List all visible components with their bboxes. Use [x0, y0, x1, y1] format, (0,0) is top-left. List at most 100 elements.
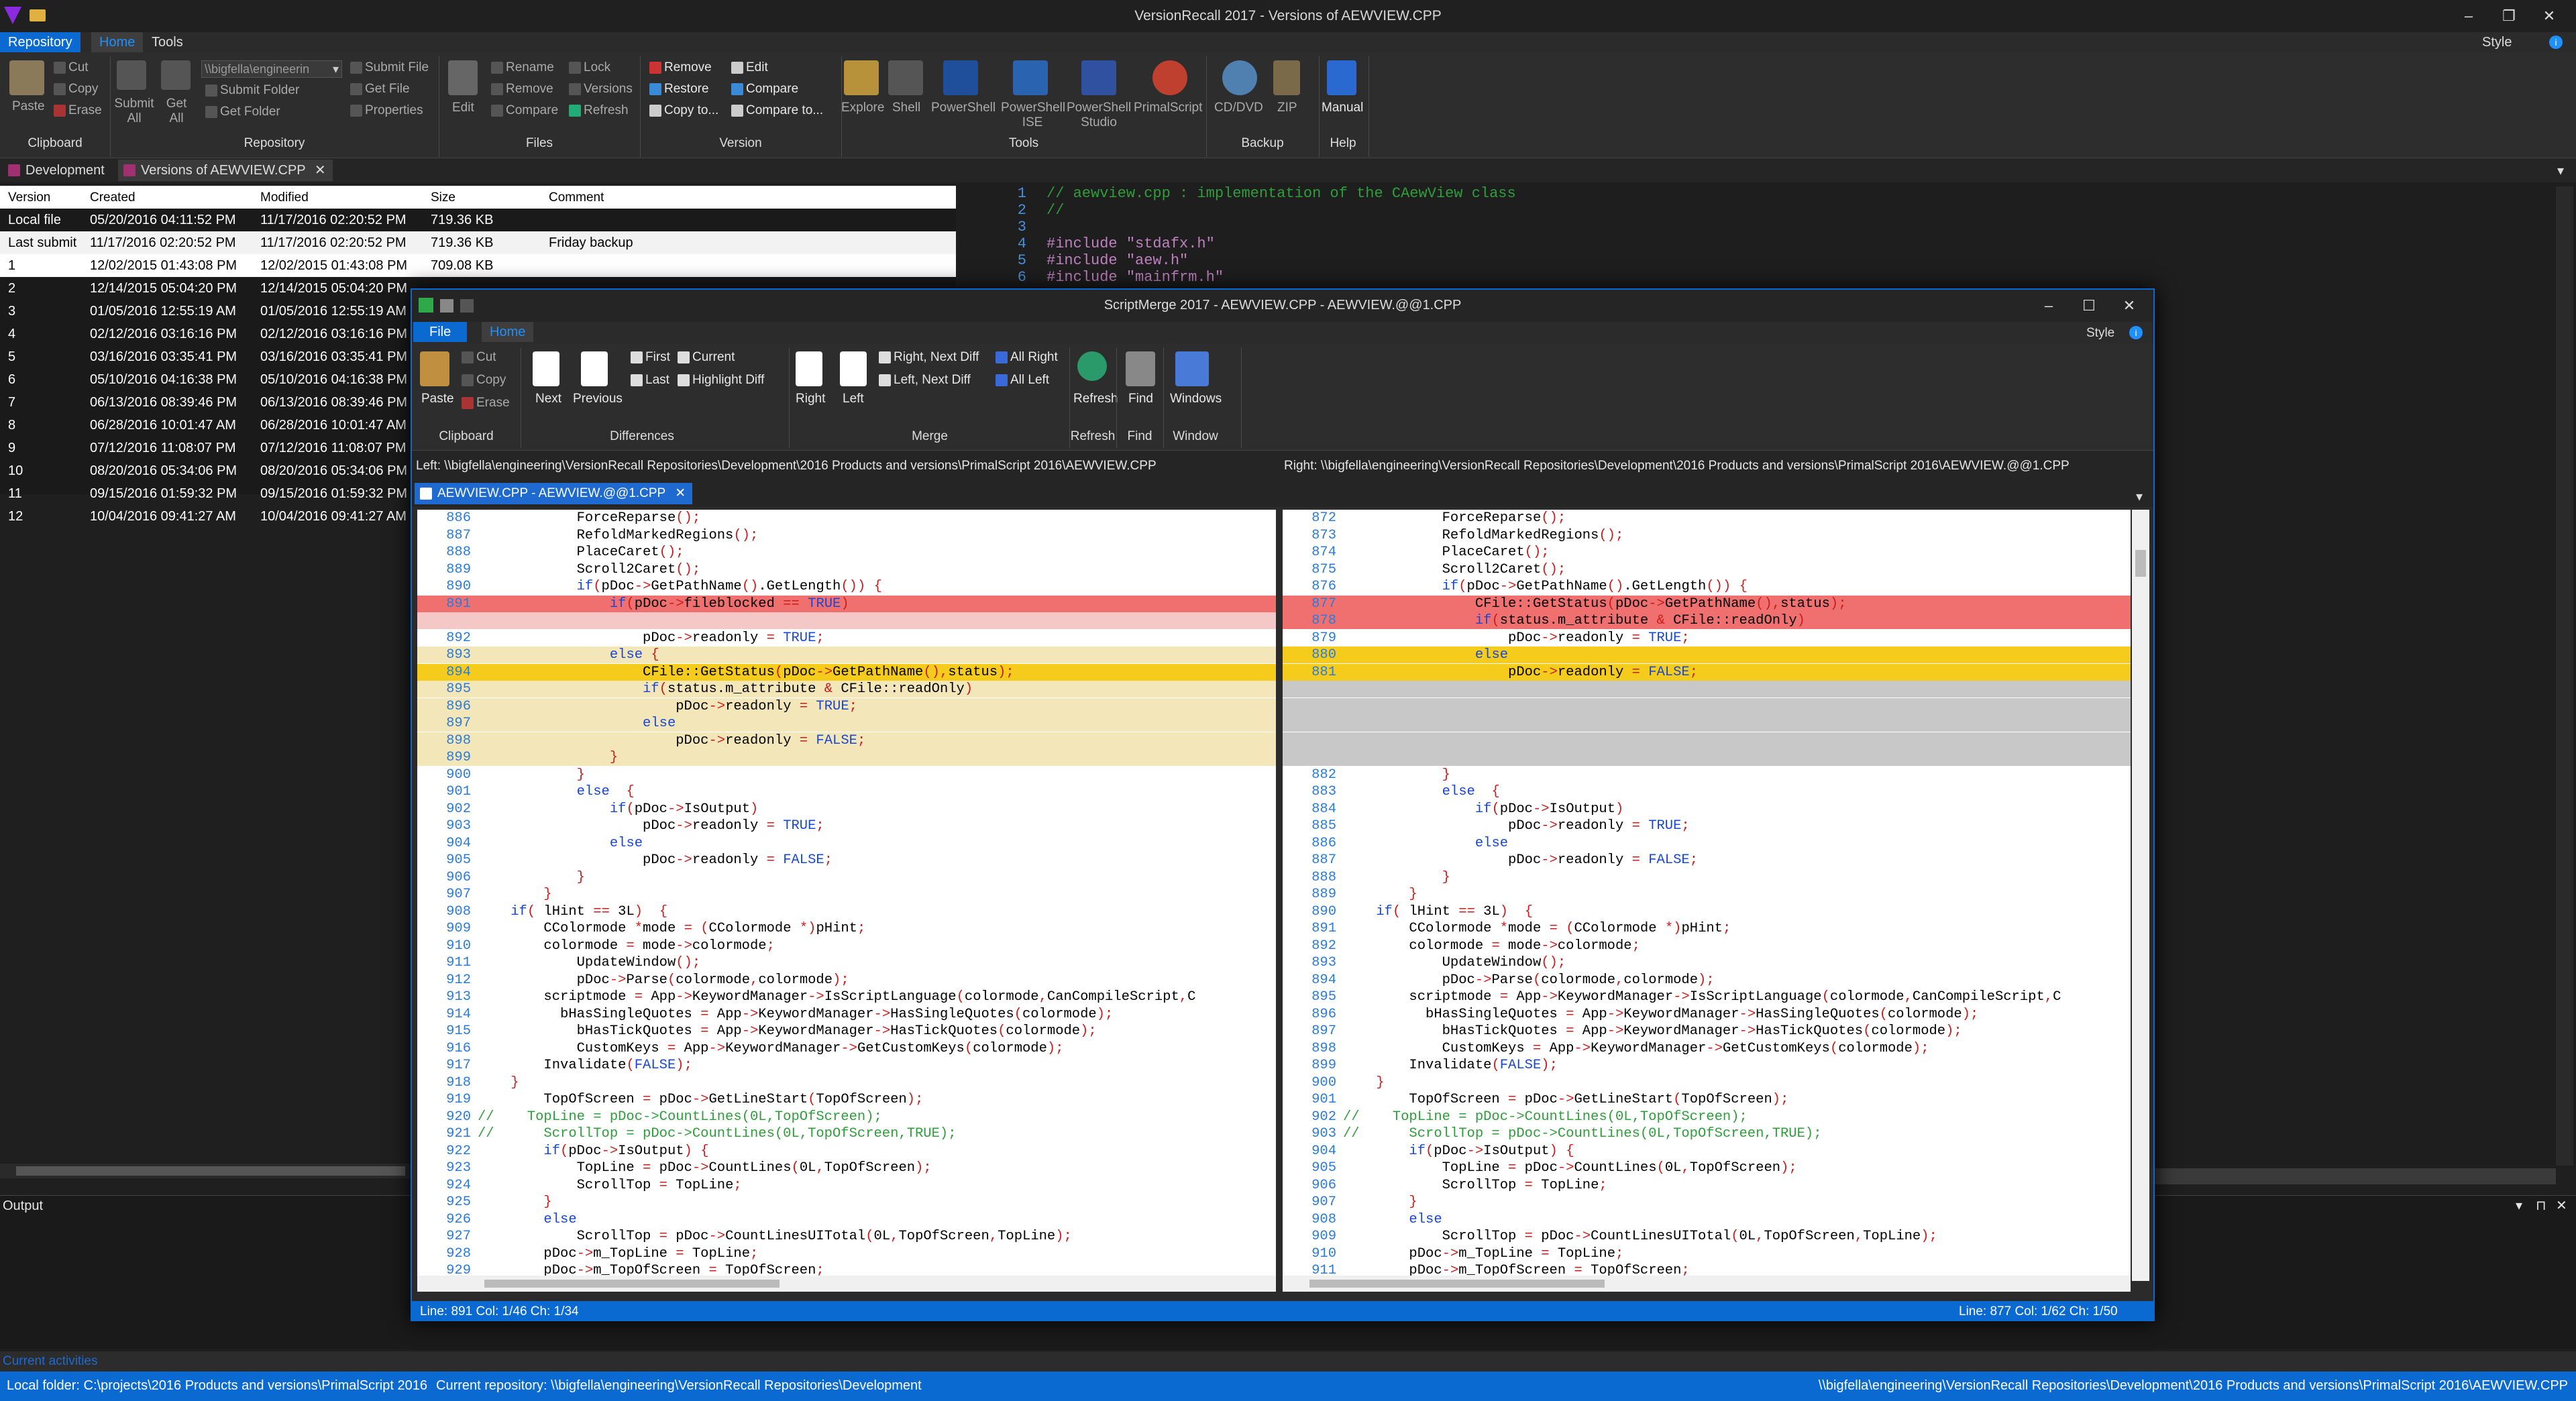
windows-icon[interactable] — [1175, 351, 1209, 386]
merge-left-button[interactable]: Left — [843, 392, 864, 406]
code-line[interactable]: 895 scriptmode = App->KeywordManager->Is… — [1283, 989, 2131, 1005]
code-line[interactable]: 917 Invalidate(FALSE); — [417, 1057, 1276, 1074]
code-line[interactable]: 887 pDoc->readonly = FALSE; — [1283, 852, 2131, 868]
sm-tabs-dropdown-icon[interactable]: ▾ — [2136, 488, 2143, 505]
code-line[interactable]: 908 if( lHint == 3L) { — [417, 903, 1276, 920]
code-line[interactable]: 878 if(status.m_attribute & CFile::readO… — [1283, 612, 2131, 629]
refresh-button[interactable]: Refresh — [569, 103, 629, 118]
sm-tab-file[interactable]: File — [413, 322, 468, 342]
code-line[interactable]: 896 pDoc->readonly = TRUE; — [417, 697, 1276, 715]
code-line[interactable]: 908 else — [1283, 1211, 2131, 1228]
code-line[interactable]: 913 scriptmode = App->KeywordManager->Is… — [417, 989, 1276, 1005]
header-version[interactable]: Version — [8, 190, 50, 205]
code-line[interactable]: 905 TopLine = pDoc->CountLines(0L,TopOfS… — [1283, 1160, 2131, 1176]
highlight-diff-button[interactable]: Highlight Diff — [678, 373, 764, 388]
current-activities-tab[interactable]: Current activities — [3, 1354, 98, 1369]
code-line[interactable]: 900 } — [1283, 1074, 2131, 1091]
header-modified[interactable]: Modified — [260, 190, 309, 205]
code-line[interactable]: 894 CFile::GetStatus(pDoc->GetPathName()… — [417, 663, 1276, 681]
code-line[interactable]: 899 Invalidate(FALSE); — [1283, 1057, 2131, 1074]
code-line[interactable]: 876 if(pDoc->GetPathName().GetLength()) … — [1283, 578, 2131, 595]
get-all-button[interactable]: Get All — [160, 97, 193, 126]
code-line[interactable]: 891 if(pDoc->fileblocked == TRUE) — [417, 595, 1276, 612]
tab-repository[interactable]: Repository — [0, 32, 80, 52]
code-line[interactable]: 875 Scroll2Caret(); — [1283, 561, 2131, 578]
find-button[interactable]: Find — [1128, 392, 1153, 406]
code-line[interactable]: 907 } — [417, 886, 1276, 903]
primalscript-button[interactable]: PrimalScript — [1134, 101, 1202, 115]
sm-cut-button[interactable]: Cut — [462, 350, 496, 365]
panel-dropdown-icon[interactable]: ▾ — [2516, 1197, 2522, 1214]
shell-button[interactable]: Shell — [892, 101, 920, 115]
code-line[interactable]: 905 pDoc->readonly = FALSE; — [417, 852, 1276, 868]
edit-file-button[interactable]: Edit — [452, 101, 474, 115]
code-line[interactable]: 886 ForceReparse(); — [417, 510, 1276, 526]
powershell-ise-icon[interactable] — [1013, 60, 1048, 95]
code-line[interactable]: 918 } — [417, 1074, 1276, 1091]
code-line[interactable]: 886 else — [1283, 835, 2131, 852]
code-line[interactable]: 897 bHasTickQuotes = App->KeywordManager… — [1283, 1023, 2131, 1040]
right-vscrollbar[interactable] — [2132, 510, 2149, 1281]
code-line[interactable]: 910 colormode = mode->colormode; — [417, 938, 1276, 954]
paste-button[interactable]: Paste — [12, 99, 45, 114]
close-tab-icon[interactable]: ✕ — [675, 483, 686, 504]
tab-development[interactable]: Development — [3, 160, 111, 181]
merge-left-icon[interactable] — [840, 351, 867, 386]
all-right-button[interactable]: All Right — [996, 350, 1058, 365]
code-line[interactable]: 887 RefoldMarkedRegions(); — [417, 527, 1276, 544]
code-line[interactable]: 923 TopLine = pDoc->CountLines(0L,TopOfS… — [417, 1160, 1276, 1176]
code-line[interactable]: 879 pDoc->readonly = TRUE; — [1283, 630, 2131, 647]
code-line[interactable]: 900 } — [417, 767, 1276, 783]
code-line[interactable]: 873 RefoldMarkedRegions(); — [1283, 527, 2131, 544]
code-line[interactable]: 890 if(pDoc->GetPathName().GetLength()) … — [417, 578, 1276, 595]
code-line[interactable]: 909 ScrollTop = pDoc->CountLinesUITotal(… — [1283, 1228, 2131, 1245]
tab-home[interactable]: Home — [91, 32, 144, 52]
restore-button[interactable]: Restore — [649, 82, 709, 97]
code-line[interactable]: 909 CColormode *mode = (CColormode *)pHi… — [417, 920, 1276, 937]
code-line[interactable]: 901 else { — [417, 783, 1276, 800]
sm-erase-button[interactable]: Erase — [462, 396, 510, 410]
get-file-button[interactable]: Get File — [350, 82, 410, 97]
code-line[interactable]: 883 else { — [1283, 783, 2131, 800]
rename-button[interactable]: Rename — [491, 60, 554, 75]
get-folder-button[interactable]: Get Folder — [205, 105, 280, 119]
code-line[interactable] — [1283, 715, 2131, 732]
copy-button[interactable]: Copy — [54, 82, 98, 97]
code-line[interactable]: 885 pDoc->readonly = TRUE; — [1283, 818, 2131, 834]
explore-button[interactable]: Explore — [841, 101, 884, 115]
code-line[interactable]: 891 CColormode *mode = (CColormode *)pHi… — [1283, 920, 2131, 937]
code-line[interactable]: 880 else — [1283, 647, 2131, 663]
code-line[interactable]: 893 UpdateWindow(); — [1283, 954, 2131, 971]
powershell-studio-icon[interactable] — [1081, 60, 1116, 95]
all-left-button[interactable]: All Left — [996, 373, 1049, 388]
powershell-icon[interactable] — [943, 60, 978, 95]
code-line[interactable]: 882 } — [1283, 767, 2131, 783]
submit-all-icon[interactable] — [117, 60, 146, 90]
code-line[interactable]: 925 } — [417, 1194, 1276, 1211]
header-size[interactable]: Size — [431, 190, 455, 205]
submit-all-button[interactable]: Submit All — [114, 97, 154, 126]
code-line[interactable]: 922 if(pDoc->IsOutput) { — [417, 1143, 1276, 1160]
sm-refresh-icon[interactable] — [1077, 351, 1107, 381]
sm-maximize-button[interactable]: ☐ — [2076, 294, 2102, 318]
code-line[interactable]: 890 if( lHint == 3L) { — [1283, 903, 2131, 920]
header-comment[interactable]: Comment — [549, 190, 604, 205]
code-line[interactable]: 902 // TopLine = pDoc->CountLines(0L,TopO… — [1283, 1109, 2131, 1125]
code-line[interactable] — [417, 612, 1276, 629]
code-line[interactable]: 915 bHasTickQuotes = App->KeywordManager… — [417, 1023, 1276, 1040]
code-line[interactable]: 920 // TopLine = pDoc->CountLines(0L,TopO… — [417, 1109, 1276, 1125]
code-line[interactable]: 888 PlaceCaret(); — [417, 544, 1276, 561]
help-icon[interactable]: i — [2549, 36, 2563, 49]
sm-style-label[interactable]: Style — [2086, 326, 2114, 341]
restore-button[interactable]: ❐ — [2496, 4, 2522, 28]
code-line[interactable]: 927 ScrollTop = pDoc->CountLinesUITotal(… — [417, 1228, 1276, 1245]
merge-right-icon[interactable] — [796, 351, 822, 386]
code-line[interactable]: 872 ForceReparse(); — [1283, 510, 2131, 526]
code-line[interactable] — [1283, 697, 2131, 715]
left-pane[interactable]: 886 ForceReparse(); 887 RefoldMarkedRegio… — [417, 510, 1276, 1281]
code-line[interactable]: 874 PlaceCaret(); — [1283, 544, 2131, 561]
code-line[interactable]: 904 if(pDoc->IsOutput) { — [1283, 1143, 2131, 1160]
left-next-diff-button[interactable]: Left, Next Diff — [879, 373, 971, 388]
right-hscrollbar[interactable] — [1283, 1276, 2131, 1292]
code-line[interactable]: 896 bHasSingleQuotes = App->KeywordManag… — [1283, 1006, 2131, 1023]
